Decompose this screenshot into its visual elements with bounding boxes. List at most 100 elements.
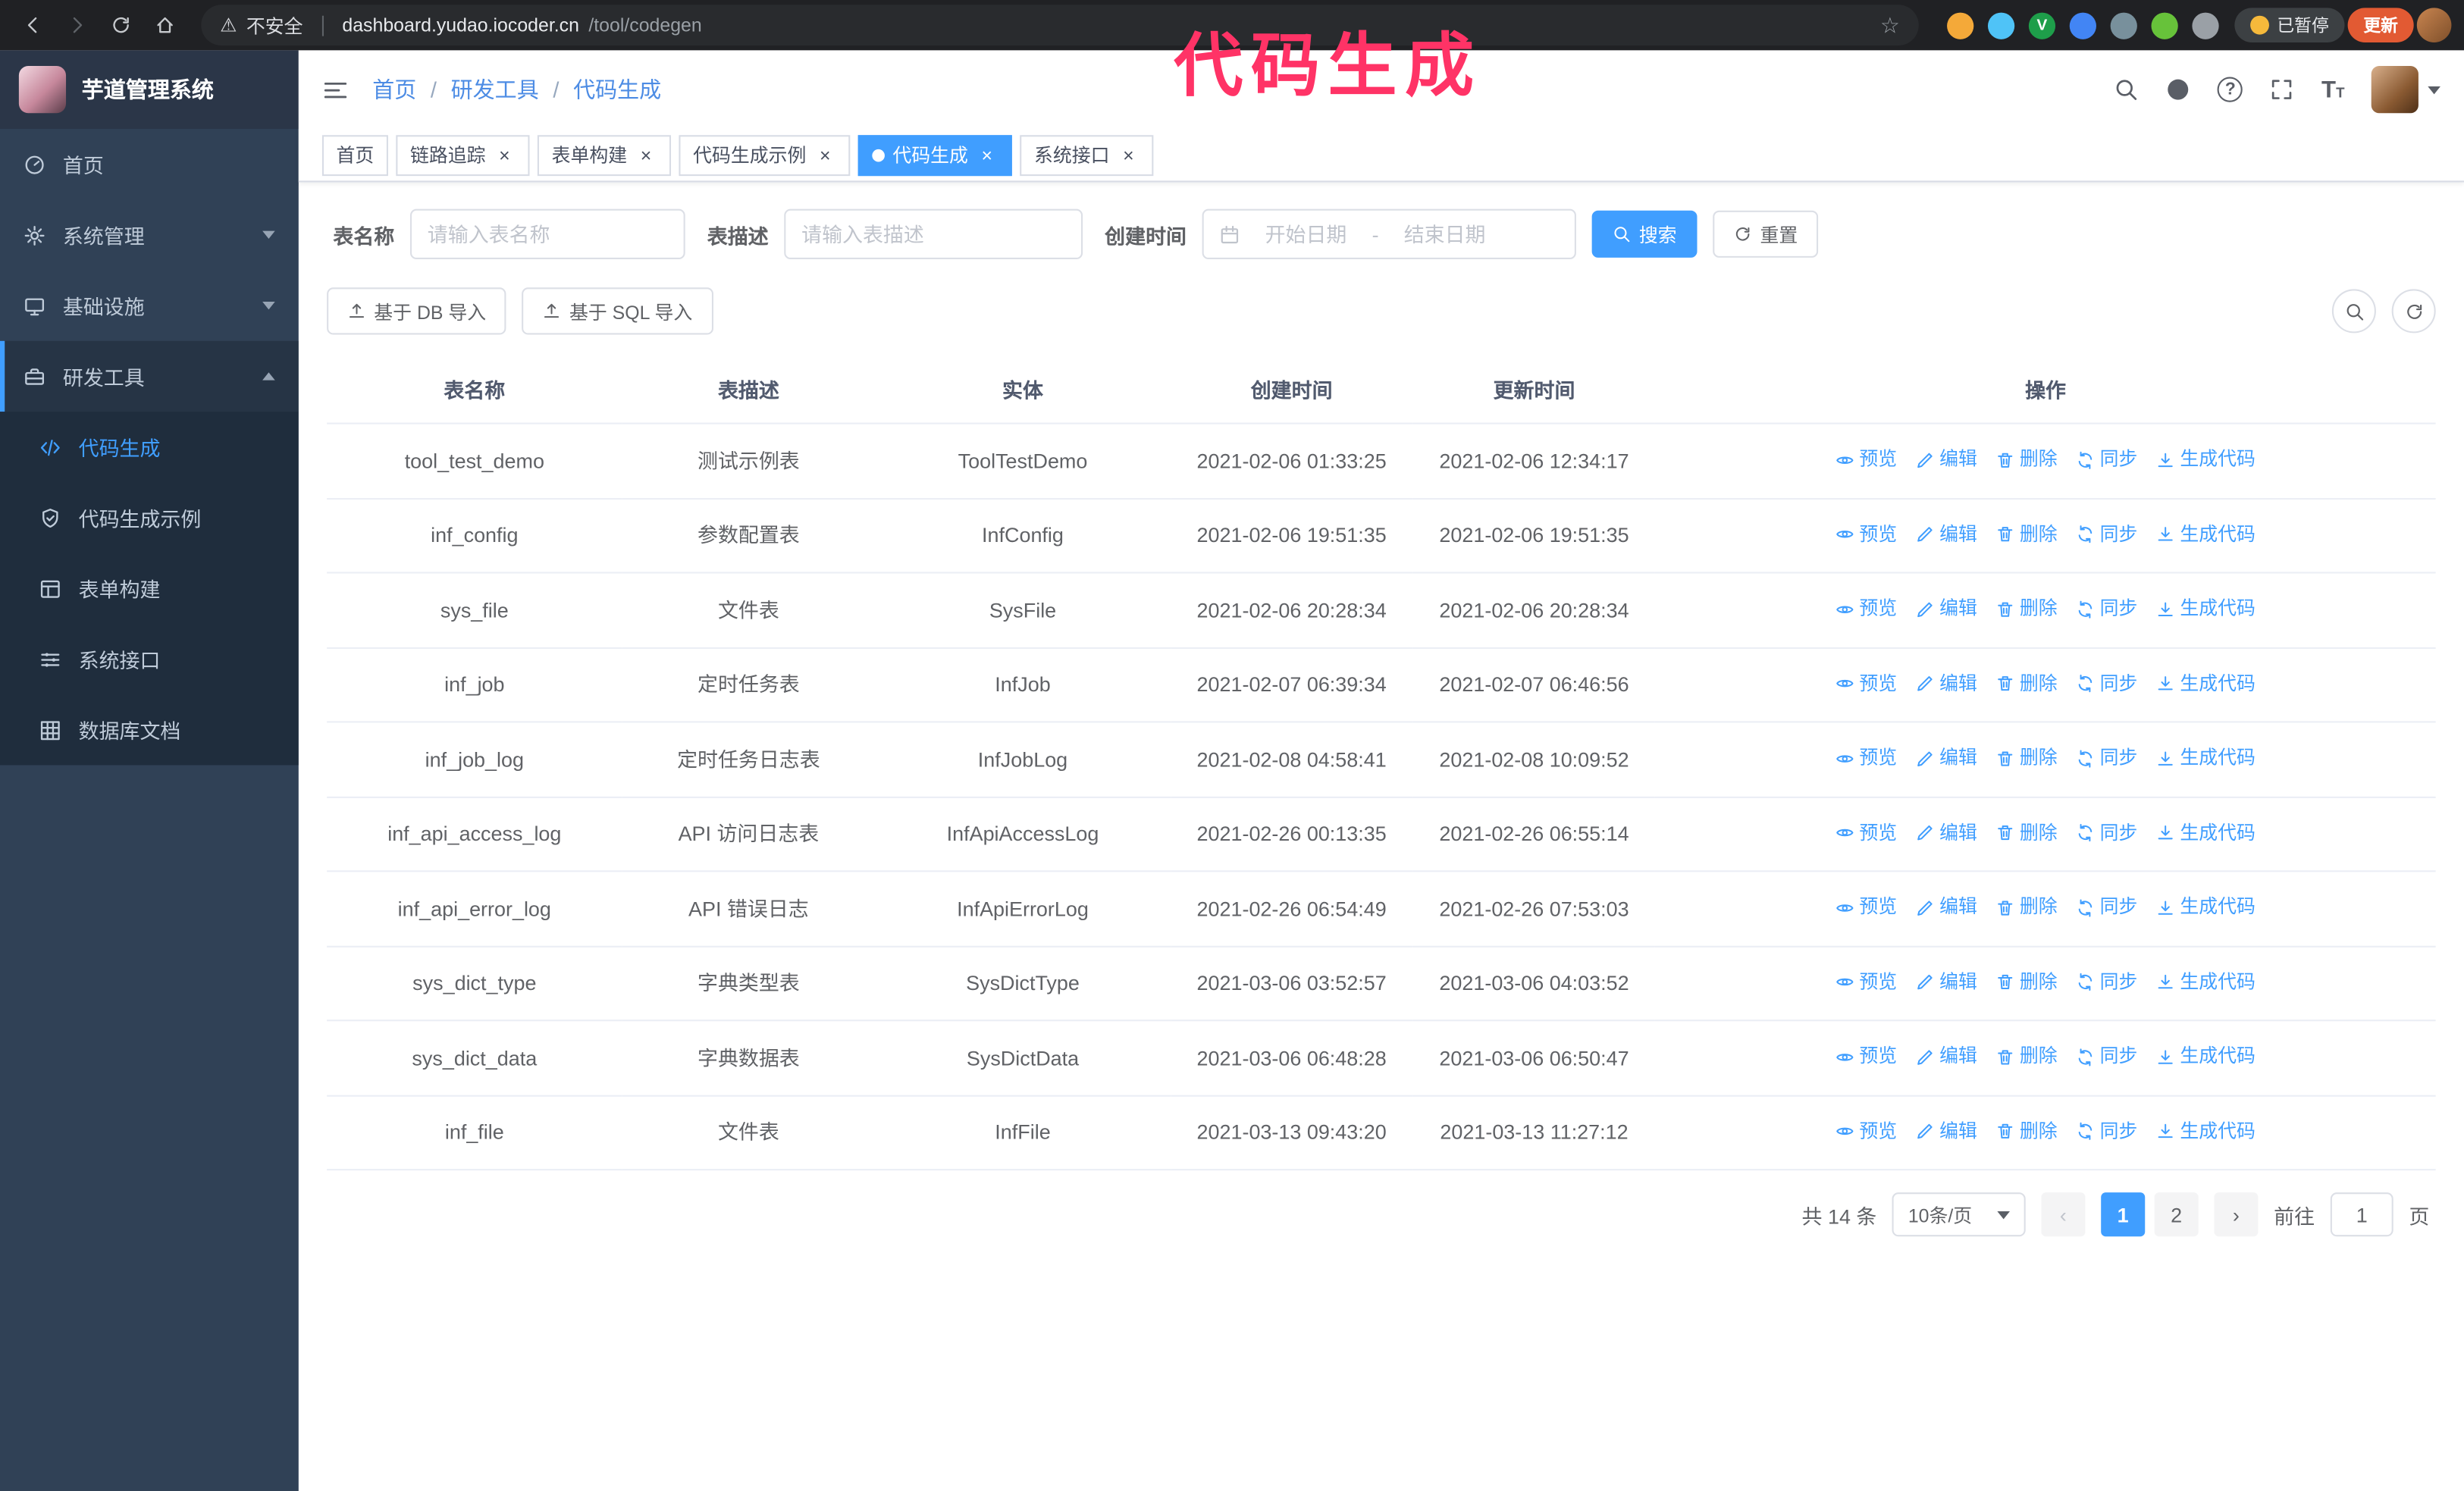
delete-link[interactable]: 删除: [1996, 670, 2058, 697]
generate-code-link[interactable]: 生成代码: [2156, 1043, 2256, 1070]
edit-link[interactable]: 编辑: [1916, 1043, 1977, 1070]
goto-page-input[interactable]: [2330, 1192, 2393, 1237]
sidebar-item-infra[interactable]: 基础设施: [0, 271, 299, 341]
back-button[interactable]: [13, 5, 54, 45]
generate-code-link[interactable]: 生成代码: [2156, 521, 2256, 547]
user-avatar-menu[interactable]: [2371, 66, 2440, 114]
delete-link[interactable]: 删除: [1996, 819, 2058, 846]
close-icon[interactable]: ×: [814, 144, 836, 166]
page-size-select[interactable]: 10条/页: [1892, 1192, 2026, 1237]
edit-link[interactable]: 编辑: [1916, 446, 1977, 473]
delete-link[interactable]: 删除: [1996, 969, 2058, 995]
generate-code-link[interactable]: 生成代码: [2156, 670, 2256, 697]
preview-link[interactable]: 预览: [1835, 521, 1897, 547]
sidebar-item-home[interactable]: 首页: [0, 129, 299, 199]
font-size-icon[interactable]: TT: [2321, 78, 2344, 102]
close-icon[interactable]: ×: [494, 144, 516, 166]
sync-link[interactable]: 同步: [2076, 819, 2137, 846]
start-date-input[interactable]: [1249, 222, 1363, 246]
edit-link[interactable]: 编辑: [1916, 744, 1977, 771]
extension-icon-2[interactable]: [1987, 11, 2015, 39]
close-icon[interactable]: ×: [635, 144, 657, 166]
generate-code-link[interactable]: 生成代码: [2156, 894, 2256, 920]
delete-link[interactable]: 删除: [1996, 1043, 2058, 1070]
search-icon[interactable]: [2114, 77, 2139, 102]
date-range-picker[interactable]: -: [1202, 208, 1577, 259]
sidebar-subitem-api[interactable]: 系统接口: [0, 624, 299, 694]
forward-button[interactable]: [57, 5, 98, 45]
breadcrumb-item[interactable]: 代码生成: [573, 74, 661, 105]
preview-link[interactable]: 预览: [1835, 446, 1897, 473]
table-name-input[interactable]: [410, 208, 685, 259]
extension-icon-7[interactable]: [2192, 11, 2219, 39]
search-button[interactable]: 搜索: [1591, 210, 1698, 258]
edit-link[interactable]: 编辑: [1916, 969, 1977, 995]
sidebar-subitem-form-builder[interactable]: 表单构建: [0, 553, 299, 624]
hamburger-icon[interactable]: [322, 77, 349, 103]
sync-link[interactable]: 同步: [2076, 1043, 2137, 1070]
paused-badge[interactable]: 已暂停: [2234, 8, 2345, 42]
home-button[interactable]: [145, 5, 186, 45]
reset-button[interactable]: 重置: [1713, 210, 1819, 258]
close-icon[interactable]: ×: [976, 144, 998, 166]
sidebar-item-system[interactable]: 系统管理: [0, 199, 299, 270]
breadcrumb-item[interactable]: 研发工具: [451, 74, 539, 105]
close-icon[interactable]: ×: [1118, 144, 1140, 166]
tag-active[interactable]: 代码生成 ×: [857, 134, 1012, 176]
table-desc-input[interactable]: [784, 208, 1083, 259]
end-date-input[interactable]: [1388, 222, 1502, 246]
extension-icon-5[interactable]: [2110, 11, 2137, 39]
generate-code-link[interactable]: 生成代码: [2156, 446, 2256, 473]
delete-link[interactable]: 删除: [1996, 521, 2058, 547]
tag-item[interactable]: 代码生成示例 ×: [679, 134, 851, 176]
preview-link[interactable]: 预览: [1835, 969, 1897, 995]
help-icon[interactable]: ?: [2218, 77, 2243, 102]
tag-item[interactable]: 系统接口 ×: [1020, 134, 1154, 176]
refresh-table-button[interactable]: [2391, 289, 2436, 334]
sync-link[interactable]: 同步: [2076, 446, 2137, 473]
sidebar-subitem-codegen-example[interactable]: 代码生成示例: [0, 482, 299, 553]
delete-link[interactable]: 删除: [1996, 894, 2058, 920]
delete-link[interactable]: 删除: [1996, 1118, 2058, 1145]
page-number-2[interactable]: 2: [2154, 1192, 2199, 1237]
preview-link[interactable]: 预览: [1835, 670, 1897, 697]
import-db-button[interactable]: 基于 DB 导入: [327, 287, 507, 335]
sync-link[interactable]: 同步: [2076, 1118, 2137, 1145]
preview-link[interactable]: 预览: [1835, 819, 1897, 846]
delete-link[interactable]: 删除: [1996, 744, 2058, 771]
sidebar-subitem-codegen[interactable]: 代码生成: [0, 412, 299, 482]
preview-link[interactable]: 预览: [1835, 596, 1897, 622]
import-sql-button[interactable]: 基于 SQL 导入: [522, 287, 713, 335]
preview-link[interactable]: 预览: [1835, 1118, 1897, 1145]
extension-icon-4[interactable]: [2069, 11, 2096, 39]
reload-button[interactable]: [101, 5, 142, 45]
edit-link[interactable]: 编辑: [1916, 894, 1977, 920]
preview-link[interactable]: 预览: [1835, 1043, 1897, 1070]
page-number-1[interactable]: 1: [2101, 1192, 2146, 1237]
extension-icon-3[interactable]: V: [2028, 11, 2056, 39]
extension-icon-1[interactable]: [1947, 11, 1974, 39]
sidebar-item-devtools[interactable]: 研发工具: [0, 340, 299, 412]
tag-item[interactable]: 首页: [321, 134, 388, 176]
tag-item[interactable]: 链路追踪 ×: [396, 134, 530, 176]
next-page-button[interactable]: ›: [2214, 1192, 2259, 1237]
github-icon[interactable]: [2166, 77, 2191, 102]
sync-link[interactable]: 同步: [2076, 744, 2137, 771]
preview-link[interactable]: 预览: [1835, 894, 1897, 920]
edit-link[interactable]: 编辑: [1916, 670, 1977, 697]
prev-page-button[interactable]: ‹: [2041, 1192, 2086, 1237]
address-bar[interactable]: ⚠ 不安全 dashboard.yudao.iocoder.cn/tool/co…: [201, 5, 1919, 46]
browser-profile-avatar[interactable]: [2416, 8, 2452, 42]
extension-icon-6[interactable]: [2151, 11, 2178, 39]
sync-link[interactable]: 同步: [2076, 969, 2137, 995]
breadcrumb-item[interactable]: 首页: [372, 74, 416, 105]
sync-link[interactable]: 同步: [2076, 521, 2137, 547]
generate-code-link[interactable]: 生成代码: [2156, 744, 2256, 771]
generate-code-link[interactable]: 生成代码: [2156, 1118, 2256, 1145]
edit-link[interactable]: 编辑: [1916, 1118, 1977, 1145]
edit-link[interactable]: 编辑: [1916, 819, 1977, 846]
generate-code-link[interactable]: 生成代码: [2156, 819, 2256, 846]
edit-link[interactable]: 编辑: [1916, 596, 1977, 622]
bookmark-star-icon[interactable]: ☆: [1880, 12, 1900, 39]
sync-link[interactable]: 同步: [2076, 894, 2137, 920]
